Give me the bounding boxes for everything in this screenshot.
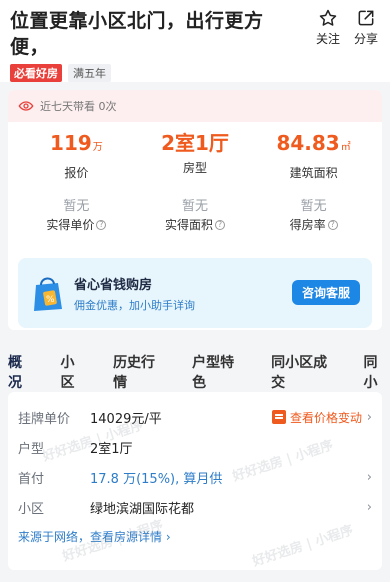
tab-overview[interactable]: 概况: [8, 352, 35, 402]
metric-actual-area[interactable]: 暂无 实得面积?: [137, 195, 254, 233]
community-row[interactable]: 小区 绿地滨湖国际花都 ›: [18, 492, 372, 522]
tab-label: 同小: [363, 355, 378, 391]
tab-label: 历史行情: [113, 355, 156, 391]
metric-layout: 2室1厅 房型: [137, 130, 254, 181]
tab-label: 小区: [60, 355, 75, 391]
svg-text:%: %: [46, 295, 55, 305]
unit-price-row: 挂牌单价 14029元/平 查看价格变动 ›: [18, 402, 372, 432]
unit-price-value: 14029元/平: [90, 411, 162, 427]
view-price-change-link[interactable]: 查看价格变动: [271, 409, 362, 426]
summary-card: 近七天带看 0次 119万 报价 2室1厅 房型 84.83㎡ 建筑面积 暂无 …: [8, 90, 382, 330]
tab-label: 概况: [8, 355, 22, 391]
tab-community-deals[interactable]: 同小区成交: [271, 352, 337, 392]
layout-row-value: 2室1厅: [90, 441, 133, 457]
header: 位置更靠小区北门，出行更方便， 关注 分享 必看好房 满五年: [0, 0, 390, 82]
down-payment-label: 首付: [18, 471, 45, 487]
sub-metrics: 暂无 实得单价? 暂无 实得面积? 暂无 得房率?: [8, 195, 382, 233]
question-icon[interactable]: ?: [327, 219, 338, 230]
tab-label: 户型特色: [192, 355, 235, 391]
metric-price: 119万 报价: [18, 130, 135, 181]
actual-price-value: 暂无: [63, 199, 90, 214]
chevron-right-icon[interactable]: ›: [367, 410, 372, 425]
tab-bar: 概况 小区 历史行情 户型特色 同小区成交 同小: [0, 352, 390, 402]
actual-area-value: 暂无: [181, 199, 208, 214]
source-detail-link[interactable]: 来源于网络，查看房源详情 ›: [18, 528, 372, 545]
shopping-bag-icon: %: [34, 277, 62, 311]
promo-banner[interactable]: % 省心省钱购房 佣金优惠，加小助手详询 咨询客服: [18, 258, 372, 328]
community-value: 绿地滨湖国际花都: [90, 501, 195, 517]
area-value: 84.83: [276, 131, 340, 155]
follow-button[interactable]: 关注: [316, 8, 340, 47]
promo-title: 省心省钱购房: [74, 277, 153, 293]
follow-label: 关注: [315, 32, 340, 46]
promo-text: 省心省钱购房 佣金优惠，加小助手详询: [74, 274, 195, 313]
metric-actual-price[interactable]: 暂无 实得单价?: [18, 195, 135, 233]
five-years-badge: 满五年: [68, 64, 111, 82]
header-actions: 关注 分享: [316, 8, 378, 47]
price-list-icon: [271, 410, 286, 424]
metric-area: 84.83㎡ 建筑面积: [255, 130, 372, 181]
area-label: 建筑面积: [289, 166, 338, 180]
tab-history[interactable]: 历史行情: [113, 352, 166, 392]
viewing-notice: 近七天带看 0次: [8, 90, 382, 122]
overview-panel: 挂牌单价 14029元/平 查看价格变动 › 户型 2室1厅 首付 17.8 万…: [8, 392, 382, 570]
price-label: 报价: [64, 166, 89, 180]
area-unit: ㎡: [340, 142, 351, 153]
viewing-notice-text: 近七天带看 0次: [40, 100, 117, 113]
page-title: 位置更靠小区北门，出行更方便，: [10, 10, 264, 58]
layout-value: 2室1厅: [161, 131, 229, 155]
consult-button[interactable]: 咨询客服: [291, 280, 360, 305]
metric-efficiency[interactable]: 暂无 得房率?: [255, 195, 372, 233]
down-payment-value[interactable]: 17.8 万(15%), 算月供: [90, 468, 222, 487]
chevron-right-icon[interactable]: ›: [367, 500, 372, 515]
community-label: 小区: [18, 501, 45, 517]
question-icon[interactable]: ?: [215, 219, 225, 230]
down-payment-row[interactable]: 首付 17.8 万(15%), 算月供 ›: [18, 462, 372, 492]
price-unit: 万: [92, 142, 103, 153]
tab-more[interactable]: 同小: [363, 352, 390, 392]
efficiency-label: 得房率: [289, 218, 326, 232]
tab-community[interactable]: 小区: [61, 352, 88, 392]
chevron-right-icon[interactable]: ›: [367, 470, 372, 485]
share-icon: [358, 10, 374, 26]
question-icon[interactable]: ?: [96, 219, 107, 230]
star-icon: [319, 9, 337, 26]
tab-label: 同小区成交: [271, 355, 328, 391]
layout-label: 房型: [182, 161, 207, 175]
price-value: 119: [50, 131, 92, 155]
tab-layout-features[interactable]: 户型特色: [192, 352, 245, 392]
actual-area-label: 实得面积: [164, 218, 213, 232]
main-metrics: 119万 报价 2室1厅 房型 84.83㎡ 建筑面积: [8, 130, 382, 181]
efficiency-value: 暂无: [300, 199, 327, 214]
tag-row: 必看好房 满五年: [10, 64, 376, 82]
must-see-badge: 必看好房: [10, 64, 62, 82]
layout-row: 户型 2室1厅: [18, 432, 372, 462]
eye-icon: [18, 101, 34, 111]
share-label: 分享: [353, 32, 378, 46]
unit-price-label: 挂牌单价: [18, 411, 71, 427]
promo-subtitle: 佣金优惠，加小助手详询: [74, 298, 195, 312]
view-price-change-label: 查看价格变动: [289, 410, 362, 425]
actual-price-label: 实得单价: [46, 218, 95, 232]
share-button[interactable]: 分享: [354, 8, 378, 47]
layout-row-label: 户型: [18, 441, 45, 457]
